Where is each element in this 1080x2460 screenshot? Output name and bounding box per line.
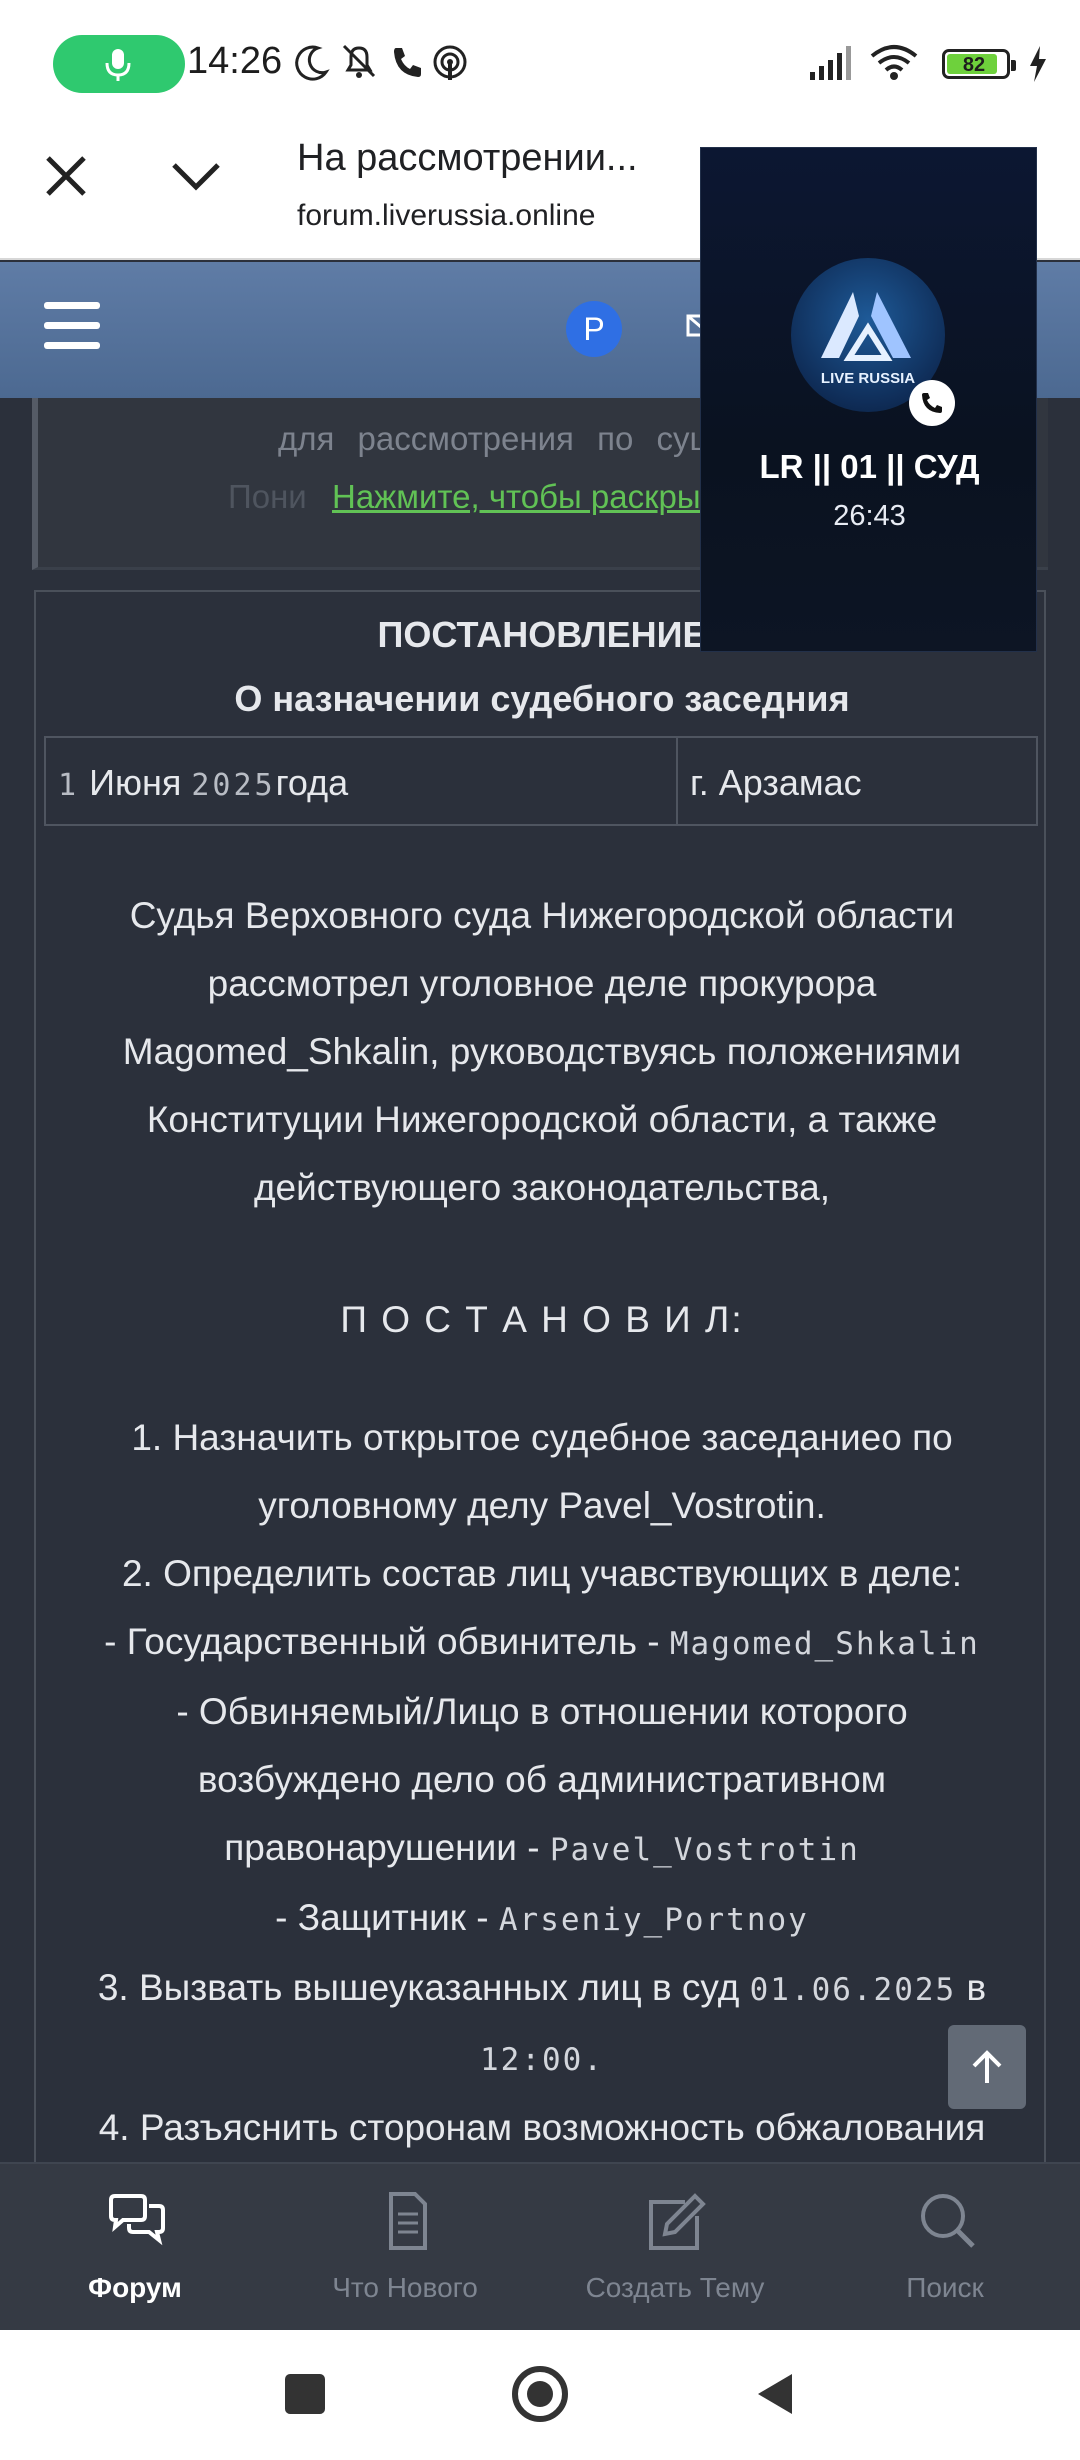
tab-label: Поиск bbox=[906, 2272, 984, 2303]
prosecutor-line: - Государственный обвинитель - Magomed_S… bbox=[104, 1621, 980, 1662]
page-url: forum.liverussia.online bbox=[297, 199, 596, 232]
decree-heading: П О С Т А Н О В И Л: bbox=[340, 1299, 744, 1340]
document-icon bbox=[389, 2192, 427, 2250]
intro-line: рассмотрел уголовное деле прокурора bbox=[207, 963, 877, 1004]
tab-search[interactable]: Поиск bbox=[810, 2162, 1080, 2330]
status-icons bbox=[295, 44, 467, 81]
accused-line-3: правонарушении - Pavel_Vostrotin bbox=[224, 1827, 860, 1868]
item-3: 3. Вызвать вышеуказанных лиц в суд 01.06… bbox=[97, 1967, 987, 2008]
system-nav-icons bbox=[285, 2366, 792, 2422]
date-suffix: года bbox=[275, 762, 349, 803]
spoiler-faded-text-2: Пони bbox=[228, 478, 307, 515]
microphone-icon bbox=[105, 49, 131, 81]
spoiler-faded-text: для рассмотрения по сущ bbox=[278, 420, 717, 457]
cell-signal-icon bbox=[810, 46, 851, 80]
item-4-partial: 4. Разъяснить сторонам возможность обжал… bbox=[98, 2107, 986, 2148]
item-1-line-2: уголовному делу Pavel_Vostrotin. bbox=[258, 1485, 826, 1526]
item-1-line-1: 1. Назначить открытое судебное заседание… bbox=[131, 1417, 953, 1458]
item-2: 2. Определить состав лиц учавствующих в … bbox=[121, 1553, 963, 1594]
tab-whats-new[interactable]: Что Нового bbox=[270, 2162, 540, 2330]
home-icon bbox=[512, 2366, 568, 2422]
city-cell: г. Арзамас bbox=[690, 762, 862, 803]
arrow-up-icon bbox=[972, 2050, 1002, 2083]
wifi-icon bbox=[870, 45, 918, 80]
tab-label: Создать Тему bbox=[585, 2272, 765, 2303]
call-name: LR || 01 || СУД bbox=[759, 448, 980, 485]
charging-icon bbox=[1030, 46, 1046, 82]
battery-indicator: 82 bbox=[942, 49, 1016, 79]
accused-line-2: возбуждено дело об административном bbox=[197, 1759, 887, 1800]
defender-name: Arseniy_Portnoy bbox=[498, 1902, 809, 1938]
tab-label: Что Нового bbox=[332, 2272, 478, 2303]
avatar[interactable]: P bbox=[566, 301, 622, 357]
intro-line: Magomed_Shkalin, руководствуясь положени… bbox=[122, 1031, 962, 1072]
document-body: Судья Верховного суда Нижегородской обла… bbox=[36, 882, 1048, 2162]
call-timer: 26:43 bbox=[833, 500, 906, 532]
status-clock: 14:26 bbox=[187, 40, 283, 82]
tab-create-topic[interactable]: Создать Тему bbox=[540, 2162, 810, 2330]
decree-document: ПОСТАНОВЛЕНИЕ О назначении судебного зас… bbox=[34, 590, 1046, 2162]
post-content: для рассмотрения по сущ Пони Нажмите, чт… bbox=[0, 398, 1080, 2162]
date-day: 1 bbox=[58, 768, 80, 803]
call-badge bbox=[909, 380, 955, 426]
bell-off-icon bbox=[342, 44, 376, 78]
prosecutor-name: Magomed_Shkalin bbox=[669, 1626, 980, 1662]
search-icon bbox=[921, 2194, 975, 2248]
menu-icon[interactable] bbox=[44, 302, 100, 350]
date-month: Июня bbox=[89, 762, 182, 803]
intro-line: Судья Верховного суда Нижегородской обла… bbox=[129, 895, 955, 936]
close-icon[interactable] bbox=[38, 148, 94, 204]
system-nav-bar bbox=[0, 2330, 1080, 2460]
hotspot-icon bbox=[433, 45, 467, 80]
phone-icon bbox=[394, 48, 421, 77]
status-bar: 14:26 82 bbox=[0, 0, 1080, 125]
date-cell: 1 Июня 2025года bbox=[46, 738, 678, 824]
date-year: 2025 bbox=[191, 768, 276, 803]
chevron-down-icon[interactable] bbox=[168, 155, 224, 195]
item-3-time-line: 12:00. bbox=[36, 2024, 1048, 2094]
recents-icon bbox=[285, 2374, 325, 2414]
page-title: На рассмотрении... bbox=[297, 137, 638, 179]
date-table: 1 Июня 2025года г. Арзамас bbox=[44, 736, 1038, 826]
item-3-date: 01.06.2025 bbox=[749, 1972, 957, 2008]
phone-icon bbox=[922, 393, 942, 413]
mic-active-indicator[interactable] bbox=[53, 35, 185, 93]
accused-name: Pavel_Vostrotin bbox=[549, 1832, 860, 1868]
document-subtitle: О назначении судебного заседния bbox=[234, 678, 850, 719]
tab-forum[interactable]: Форум bbox=[0, 2162, 270, 2330]
back-icon bbox=[758, 2374, 792, 2414]
intro-line: Конституции Нижегородской области, а так… bbox=[146, 1099, 938, 1140]
item-3-time: 12:00. bbox=[480, 2042, 604, 2078]
expand-spoiler-link[interactable]: Нажмите, чтобы раскры bbox=[332, 478, 701, 516]
voice-call-overlay[interactable]: LIVE RUSSIA LR || 01 || СУД 26:43 bbox=[700, 147, 1037, 652]
scroll-to-top-button[interactable] bbox=[948, 2025, 1026, 2109]
chat-bubbles-icon bbox=[109, 2194, 165, 2246]
moon-icon bbox=[295, 45, 330, 81]
intro-line: действующего законодательства, bbox=[253, 1167, 831, 1208]
accused-line-1: - Обвиняемый/Лицо в отношении которого bbox=[176, 1691, 908, 1732]
edit-icon bbox=[649, 2193, 706, 2250]
tab-label: Форум bbox=[88, 2272, 182, 2303]
defender-line: - Защитник - Arseniy_Portnoy bbox=[275, 1897, 809, 1938]
